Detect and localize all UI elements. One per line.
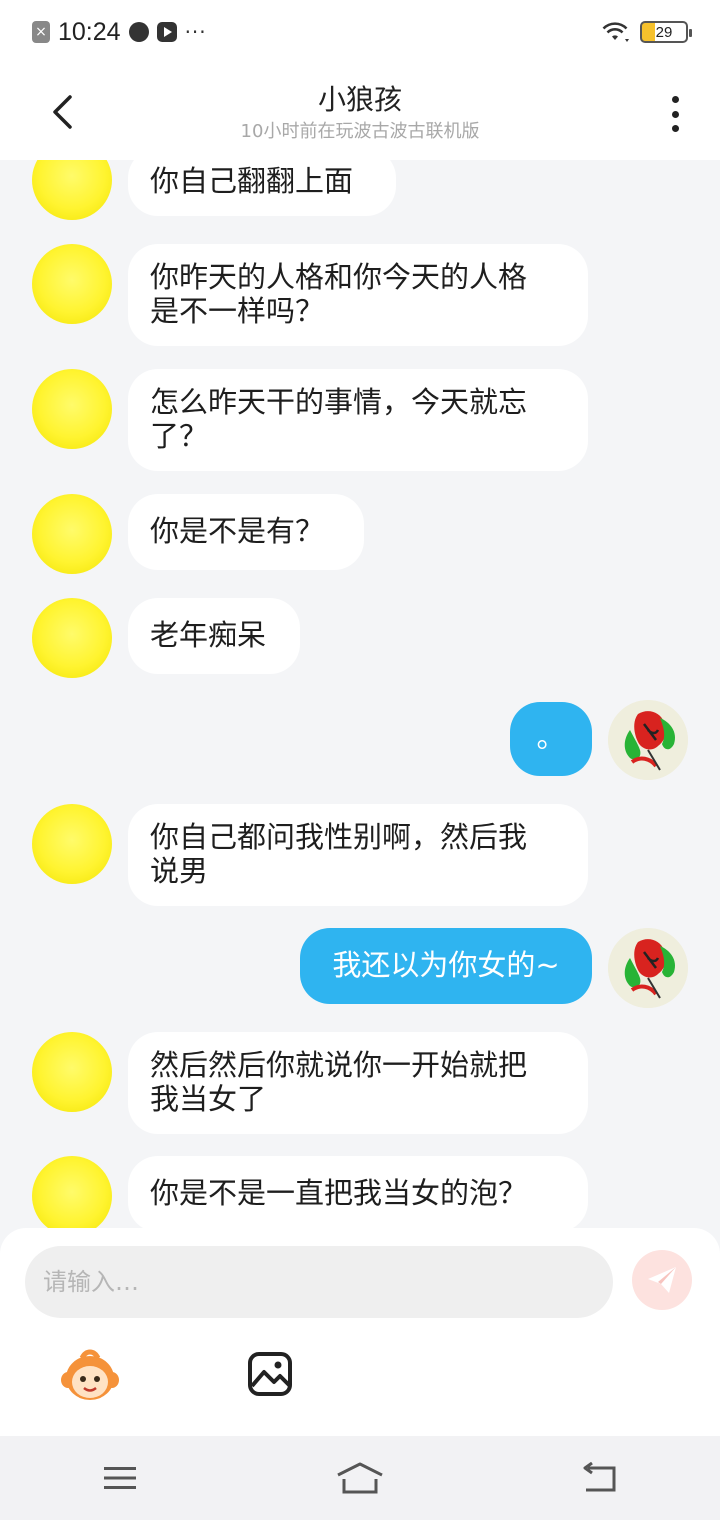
play-icon [156, 22, 177, 42]
status-right: 29 [600, 20, 692, 44]
nav-back-button[interactable] [560, 1448, 640, 1508]
user-avatar[interactable] [608, 928, 688, 1008]
contact-avatar[interactable] [32, 1032, 112, 1112]
nav-menu-button[interactable] [80, 1448, 160, 1508]
contact-avatar[interactable] [32, 598, 112, 678]
close-box-icon: × [32, 21, 50, 43]
contact-avatar[interactable] [32, 494, 112, 574]
status-left: × 10:24 ··· [32, 18, 207, 47]
contact-avatar[interactable] [32, 160, 112, 220]
battery-level: 29 [655, 23, 673, 41]
contact-avatar[interactable] [32, 804, 112, 884]
user-avatar-image [608, 700, 688, 780]
input-panel [0, 1228, 720, 1436]
message-bubble-received[interactable]: 你是不是一直把我当女的泡？ [128, 1156, 588, 1228]
image-button[interactable] [246, 1350, 294, 1398]
chat-message-list[interactable]: 你自己翻翻上面 你昨天的人格和你今天的人格 是不一样吗？ 怎么昨天干的事情，今天… [0, 160, 720, 1228]
nav-home-button[interactable] [320, 1448, 400, 1508]
image-icon [248, 1352, 292, 1396]
page-subtitle: 10小时前在玩波古波古联机版 [240, 121, 480, 142]
status-more-dots: ··· [184, 20, 207, 44]
user-avatar[interactable] [608, 700, 688, 780]
paper-plane-icon [648, 1267, 676, 1293]
contact-avatar[interactable] [32, 1156, 112, 1228]
more-dot [671, 125, 679, 132]
message-bubble-sent[interactable]: 。 [510, 702, 592, 776]
contact-avatar[interactable] [32, 244, 112, 324]
chat-header: 小狼孩 10小时前在玩波古波古联机版 [0, 64, 720, 160]
more-dot [671, 110, 679, 118]
monkey-emoji-icon [61, 1349, 119, 1400]
message-bubble-sent[interactable]: 我还以为你女的~ [300, 928, 592, 1004]
message-bubble-received[interactable]: 老年痴呆 [128, 598, 300, 674]
message-bubble-received[interactable]: 你昨天的人格和你今天的人格 是不一样吗？ [128, 244, 588, 346]
title-block: 小狼孩 10小时前在玩波古波古联机版 [0, 82, 720, 144]
message-bubble-received[interactable]: 你是不是有？ [128, 494, 364, 570]
home-icon [337, 1462, 383, 1494]
message-bubble-received[interactable]: 然后然后你就说你一开始就把 我当女了 [128, 1032, 588, 1134]
browser-icon [128, 22, 149, 42]
user-avatar-image [608, 928, 688, 1008]
contact-avatar[interactable] [32, 369, 112, 449]
back-icon [583, 1462, 616, 1492]
wifi-icon [602, 22, 629, 42]
status-bar: × 10:24 ··· 29 [0, 0, 720, 64]
menu-icon [104, 1467, 136, 1489]
message-bubble-received[interactable]: 你自己都问我性别啊，然后我 说男 [128, 804, 588, 906]
message-bubble-received[interactable]: 你自己翻翻上面 [128, 160, 396, 216]
status-time: 10:24 [58, 17, 121, 46]
more-vertical-icon [671, 96, 679, 103]
message-bubble-received[interactable]: 怎么昨天干的事情，今天就忘 了？ [128, 369, 588, 471]
emoji-button[interactable] [60, 1348, 120, 1404]
send-button[interactable] [632, 1250, 692, 1310]
more-options-button[interactable] [660, 94, 690, 134]
message-input[interactable] [25, 1246, 613, 1318]
battery-icon: 29 [640, 21, 692, 43]
system-nav-bar [0, 1436, 720, 1520]
page-title: 小狼孩 [317, 83, 402, 116]
